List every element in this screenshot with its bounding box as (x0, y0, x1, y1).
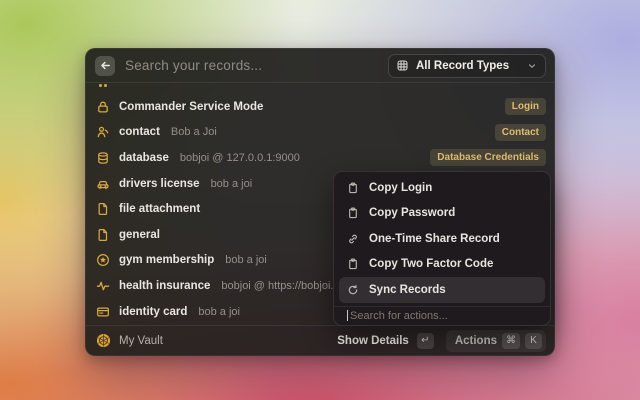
menu-item-label: Copy Two Factor Code (369, 258, 493, 270)
clipped-row-icon-fragment (104, 84, 107, 87)
menu-item-copy-two-factor-code[interactable]: Copy Two Factor Code (339, 252, 545, 278)
record-subtitle: bob a joi (198, 306, 240, 318)
sync-icon (347, 284, 359, 296)
actions-search-placeholder: Search for actions... (350, 310, 448, 322)
record-subtitle: bob a joi (225, 254, 267, 266)
record-title: health insurance (119, 280, 210, 292)
record-type-dropdown-label: All Record Types (416, 60, 509, 72)
cmd-key-badge: ⌘ (502, 333, 520, 349)
vault-label[interactable]: My Vault (119, 335, 163, 347)
record-type-dropdown[interactable]: All Record Types (388, 54, 546, 78)
record-title: contact (119, 126, 160, 138)
record-title: Commander Service Mode (119, 101, 263, 113)
menu-item-label: One-Time Share Record (369, 233, 500, 245)
actions-search-input[interactable]: Search for actions... (334, 306, 550, 325)
record-subtitle: Bob a Joi (171, 126, 217, 138)
database-icon (96, 151, 110, 165)
record-title: general (119, 229, 160, 241)
menu-item-label: Copy Password (369, 207, 455, 219)
grid-icon (396, 59, 409, 72)
footer-actions: Show Details ↵ Actions ⌘ K (337, 330, 546, 352)
quick-search-window: Search your records... All Record Types … (85, 48, 555, 356)
record-type-badge: Database Credentials (430, 149, 546, 166)
menu-item-sync-records[interactable]: Sync Records (339, 277, 545, 303)
record-title: identity card (119, 306, 187, 318)
file-icon (96, 202, 110, 216)
menu-item-one-time-share-record[interactable]: One-Time Share Record (339, 226, 545, 252)
contact-icon (96, 125, 110, 139)
show-details-button[interactable]: Show Details (337, 335, 409, 347)
record-subtitle: bob a joi (211, 178, 253, 190)
file-icon (96, 228, 110, 242)
menu-item-copy-login[interactable]: Copy Login (339, 175, 545, 201)
lock-icon (96, 100, 110, 114)
enter-key-badge: ↵ (417, 333, 434, 349)
arrow-left-icon (99, 59, 112, 72)
record-title: gym membership (119, 254, 214, 266)
id-card-icon (96, 305, 110, 319)
clipped-row-icon-fragment (99, 84, 102, 87)
k-key-badge: K (525, 333, 542, 349)
record-subtitle: bobjoi @ 127.0.0.1:9000 (180, 152, 300, 164)
record-row-commander-service-mode[interactable]: Commander Service Mode Login (86, 94, 554, 120)
search-header: Search your records... All Record Types (86, 49, 554, 83)
footer-bar: My Vault Show Details ↵ Actions ⌘ K (86, 325, 554, 355)
car-icon (96, 177, 110, 191)
clipboard-icon (347, 182, 359, 194)
record-title: file attachment (119, 203, 200, 215)
record-type-badge: Login (505, 98, 546, 115)
keeper-logo-icon (96, 333, 111, 348)
record-type-badge: Contact (495, 124, 546, 141)
actions-menu: Copy Login Copy Password One-Time Share … (333, 171, 551, 326)
menu-item-label: Copy Login (369, 182, 432, 194)
link-icon (347, 233, 359, 245)
record-row-contact[interactable]: contact Bob a Joi Contact (86, 120, 554, 146)
actions-shortcut-button[interactable]: Actions ⌘ K (446, 330, 546, 352)
menu-item-label: Sync Records (369, 284, 446, 296)
menu-item-copy-password[interactable]: Copy Password (339, 201, 545, 227)
actions-label: Actions (455, 335, 497, 347)
chevron-down-icon (527, 61, 537, 71)
clipboard-icon (347, 207, 359, 219)
record-row-database[interactable]: database bobjoi @ 127.0.0.1:9000 Databas… (86, 145, 554, 171)
record-title: database (119, 152, 169, 164)
text-caret (347, 310, 348, 321)
star-circle-icon (96, 253, 110, 267)
pulse-icon (96, 279, 110, 293)
clipboard-icon (347, 258, 359, 270)
back-button[interactable] (95, 56, 115, 76)
record-title: drivers license (119, 178, 200, 190)
records-search-input[interactable]: Search your records... (125, 58, 262, 73)
